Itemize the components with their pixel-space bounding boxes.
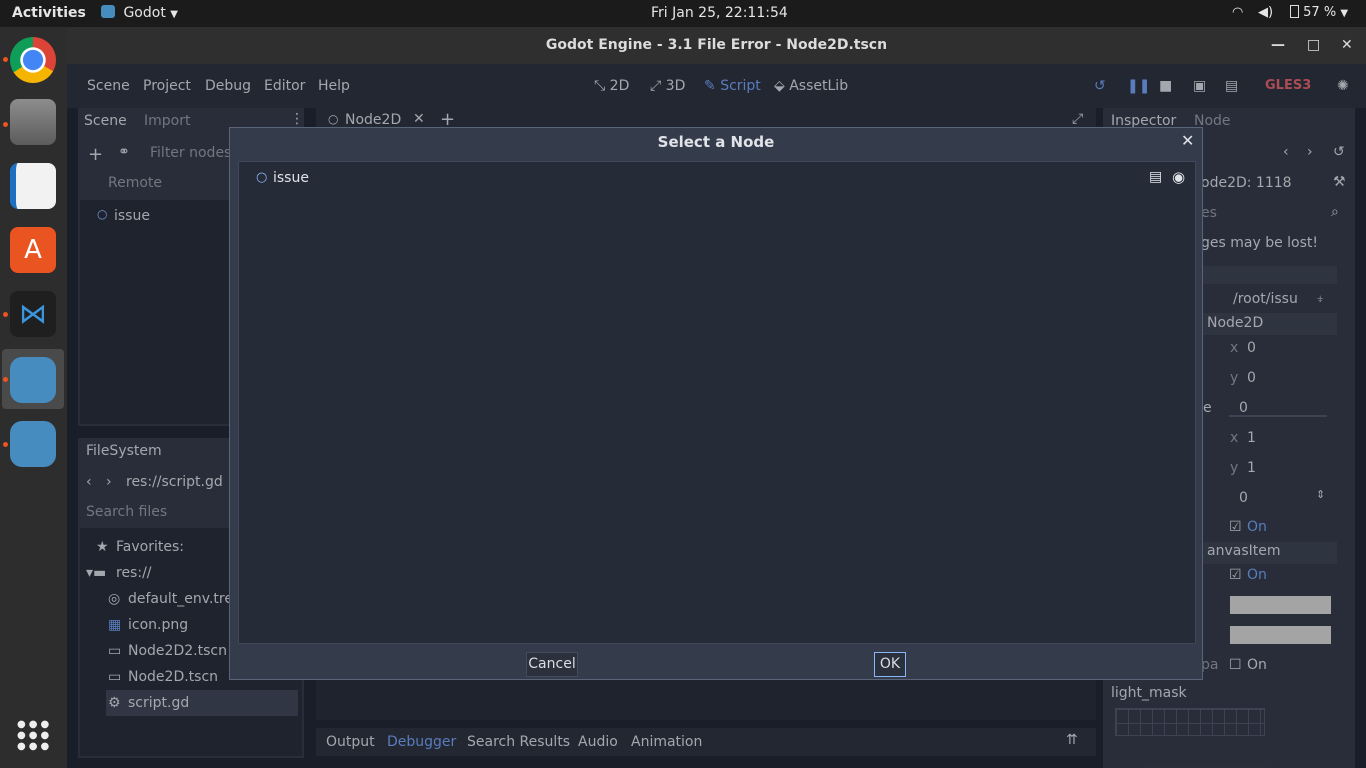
dialog-close-button[interactable]: ✕ [1181,131,1194,150]
window-close-button[interactable]: ✕ [1341,27,1353,64]
volume-icon[interactable]: ◀) [1258,5,1273,20]
dock: A ⋈ ●●● ●●● ●●● [0,27,67,768]
show-apps-icon[interactable]: ●●● ●●● ●●● [17,719,49,752]
running-indicator [3,122,8,127]
wifi-icon[interactable]: ◠ [1232,5,1243,20]
running-indicator [3,57,8,62]
visibility-eye-icon[interactable]: ◉ [1172,168,1185,186]
files-icon[interactable] [10,99,56,145]
dialog-title: Select a Node [657,133,775,151]
running-indicator [3,312,8,317]
battery-indicator[interactable]: 57 % ▼ [1290,5,1348,20]
node-tree: ○ issue ▤ ◉ [238,161,1196,644]
minimize-button[interactable]: — [1271,27,1285,64]
godot-icon[interactable] [10,421,56,467]
chevron-down-icon: ▼ [170,9,178,20]
window-titlebar: Godot Engine - 3.1 File Error - Node2D.t… [67,27,1366,64]
activities-button[interactable]: Activities [12,5,86,21]
battery-percent: 57 % [1303,5,1337,20]
script-icon[interactable]: ▤ [1149,169,1162,185]
chrome-icon[interactable] [10,37,56,83]
tree-node-issue[interactable]: issue [273,170,309,186]
godot-icon[interactable] [10,357,56,403]
clock[interactable]: Fri Jan 25, 22:11:54 [651,5,788,21]
godot-small-icon [101,5,115,18]
window-title: Godot Engine - 3.1 File Error - Node2D.t… [545,37,888,53]
app-menu[interactable]: Godot ▼ [101,5,178,21]
vscode-icon[interactable]: ⋈ [10,291,56,337]
software-center-icon[interactable]: A [10,227,56,273]
select-node-dialog: Select a Node ✕ ○ issue ▤ ◉ Cancel OK [229,127,1203,680]
running-indicator [3,442,8,447]
battery-icon [1290,5,1299,18]
node2d-icon: ○ [256,170,268,185]
ok-button[interactable]: OK [874,652,906,677]
top-bar: Activities Godot ▼ Fri Jan 25, 22:11:54 … [0,0,1366,27]
maximize-button[interactable]: □ [1307,27,1320,64]
chevron-down-icon: ▼ [1340,8,1349,19]
running-indicator [3,377,8,382]
cancel-button[interactable]: Cancel [526,652,578,677]
writer-icon[interactable] [10,163,56,209]
app-name: Godot [123,5,166,21]
